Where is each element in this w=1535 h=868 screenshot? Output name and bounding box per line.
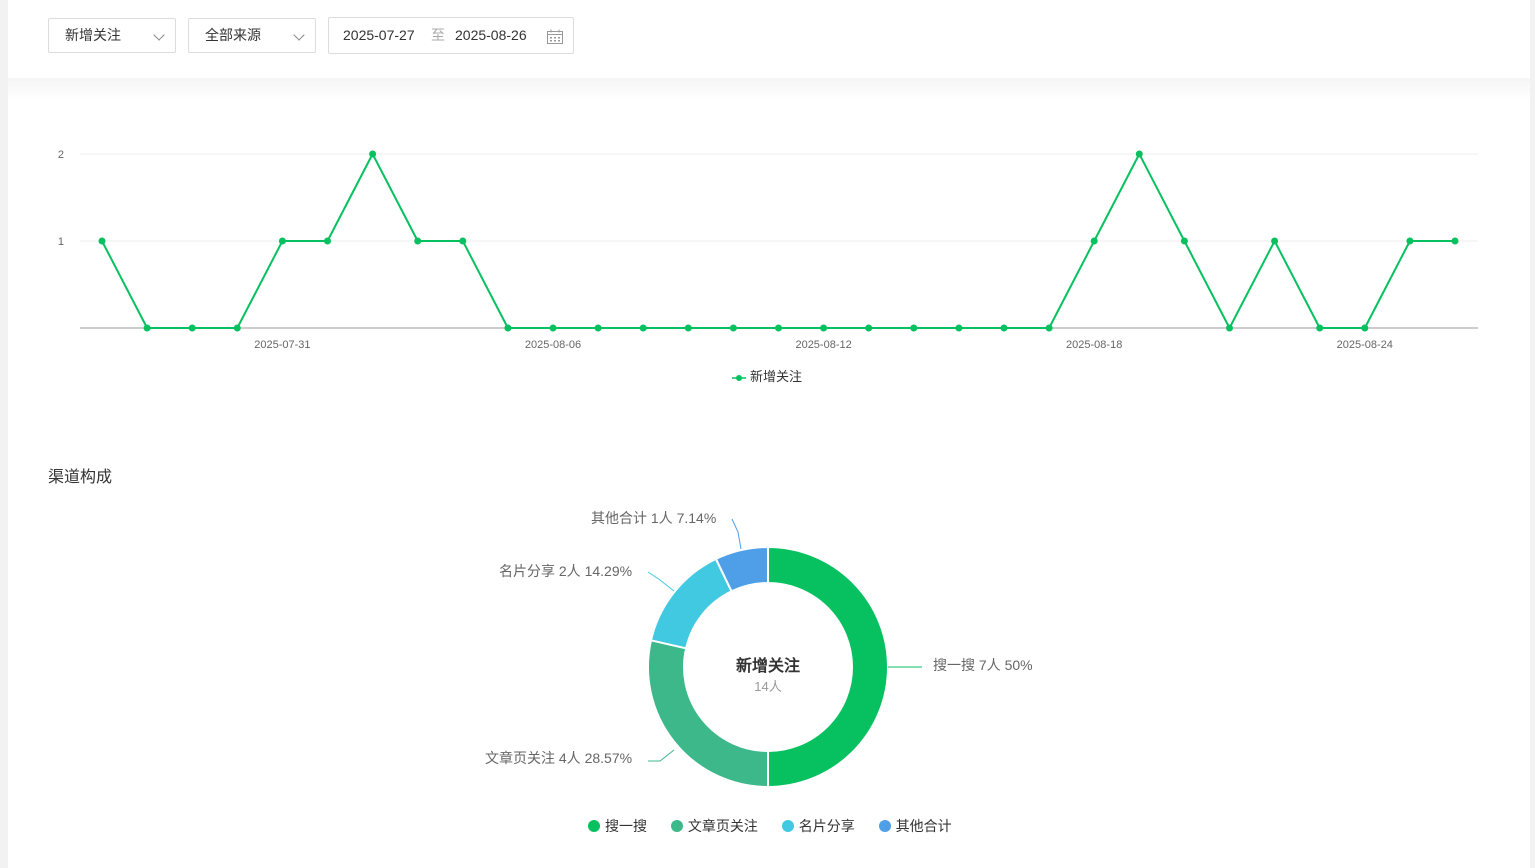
legend-dot-icon	[878, 820, 891, 832]
donut-chart	[647, 518, 922, 789]
donut-center-subtitle: 14人	[754, 679, 782, 694]
filter-bar: 新增关注 全部来源 2025-07-27 至 2025-08-26	[8, 0, 1530, 78]
pie-legend-item[interactable]: 名片分享	[781, 816, 855, 836]
date-separator: 至	[431, 27, 445, 43]
source-select-value: 全部来源	[205, 27, 261, 43]
legend-dot-icon	[670, 820, 683, 832]
pie-legend-label: 名片分享	[798, 818, 855, 834]
pie-label-3: 其他合计 1人 7.14%	[591, 510, 717, 526]
date-range-picker[interactable]: 2025-07-27 至 2025-08-26	[328, 17, 574, 54]
date-end[interactable]: 2025-08-26	[455, 18, 527, 53]
main-panel: 1 2 2025-07-31 2025-08-06 2025-08-12 2025-08-…	[8, 78, 1530, 868]
pie-leader-line	[648, 749, 675, 762]
pie-slice	[649, 557, 733, 650]
pie-legend-item[interactable]: 搜一搜	[588, 816, 647, 836]
pie-leader-line	[647, 571, 675, 592]
pie-legend-item[interactable]: 文章页关注	[670, 816, 758, 836]
date-start[interactable]: 2025-07-27	[343, 18, 415, 53]
legend-dot-icon	[781, 820, 794, 832]
pie-legend: 搜一搜 文章页关注 名片分享 其他合计	[588, 816, 972, 836]
donut-center-title: 新增关注	[735, 658, 800, 675]
pie-label-2: 名片分享 2人 14.29%	[499, 563, 633, 579]
pie-legend-item[interactable]: 其他合计	[878, 816, 952, 836]
chevron-down-icon	[293, 29, 305, 41]
pie-legend-label: 其他合计	[895, 818, 952, 834]
legend-dot-icon	[588, 820, 600, 832]
pie-label-1: 文章页关注 4人 28.57%	[485, 750, 633, 766]
chevron-down-icon	[153, 29, 165, 41]
metric-select[interactable]: 新增关注	[48, 18, 176, 53]
pie-legend-label: 搜一搜	[605, 818, 647, 834]
source-select[interactable]: 全部来源	[188, 18, 316, 53]
calendar-icon[interactable]	[547, 29, 563, 44]
metric-select-value: 新增关注	[65, 27, 121, 43]
pie-label-0: 搜一搜 7人 50%	[933, 657, 1033, 673]
pie-leader-line	[731, 518, 742, 550]
pie-legend-label: 文章页关注	[687, 818, 758, 834]
page: 新增关注 全部来源 2025-07-27 至 2025-08-26 1 2 20…	[8, 0, 1530, 868]
